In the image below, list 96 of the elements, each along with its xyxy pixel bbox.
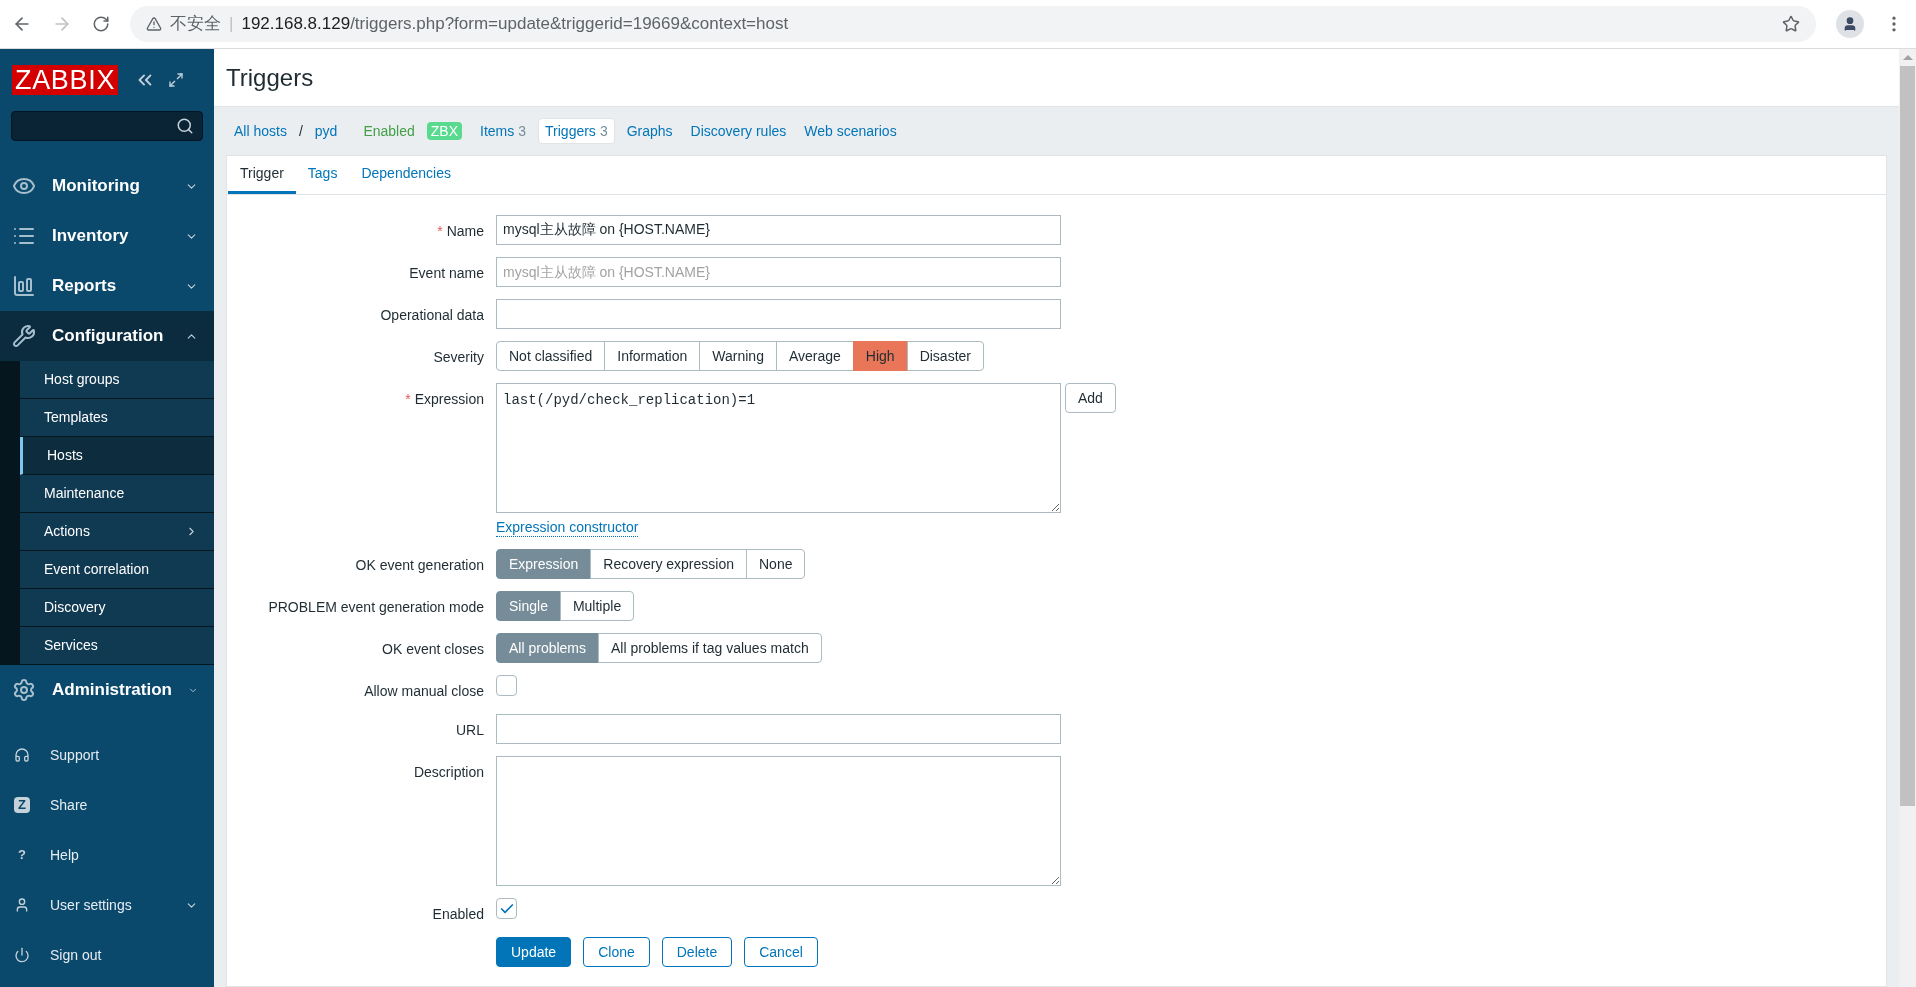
form-button[interactable]: Clone xyxy=(583,937,650,967)
submenu-item[interactable]: Discovery xyxy=(20,589,214,627)
field-label: Severity xyxy=(433,348,484,367)
wrench-icon xyxy=(12,324,36,348)
power-icon xyxy=(14,947,30,963)
segment-option[interactable]: All problems if tag values match xyxy=(598,633,822,663)
form-button[interactable]: Update xyxy=(496,937,572,967)
page-title: Triggers xyxy=(226,62,314,93)
section-label: Administration xyxy=(52,679,172,702)
host-nav-link[interactable]: Items 3 xyxy=(474,118,533,144)
checkbox[interactable] xyxy=(496,675,517,696)
field-label: Operational data xyxy=(380,306,484,325)
submenu-item[interactable]: Hosts xyxy=(20,437,214,475)
host-nav-link[interactable]: Triggers 3 xyxy=(538,118,615,144)
reload-icon[interactable] xyxy=(92,15,110,33)
sidebar-section[interactable]: Administration xyxy=(0,665,214,715)
breadcrumb-separator: / xyxy=(298,121,303,141)
field-label: Allow manual close xyxy=(364,682,484,701)
field-label: Description xyxy=(413,763,484,782)
sidebar-link[interactable]: Support xyxy=(0,730,214,780)
segment-option[interactable]: Recovery expression xyxy=(590,549,747,579)
submenu-item[interactable]: Actions xyxy=(20,513,214,551)
field-label: * Name xyxy=(437,222,484,241)
address-separator: | xyxy=(229,13,234,36)
submenu-item[interactable]: Templates xyxy=(20,399,214,437)
expression-constructor-link[interactable]: Expression constructor xyxy=(496,519,639,537)
sidebar-link[interactable]: ? Help xyxy=(0,830,214,880)
host-nav-link[interactable]: Graphs xyxy=(620,118,679,144)
field-label: OK event closes xyxy=(382,640,484,659)
gear-icon xyxy=(12,678,36,702)
host-nav-link[interactable]: Web scenarios xyxy=(798,118,903,144)
submenu-item[interactable]: Event correlation xyxy=(20,551,214,589)
segment-option[interactable]: Disaster xyxy=(906,341,984,371)
bookmark-star-icon[interactable] xyxy=(1782,15,1800,33)
form-button[interactable]: Cancel xyxy=(744,937,818,967)
text-input[interactable]: mysql主从故障 on {HOST.NAME} xyxy=(496,257,1061,287)
segment-option[interactable]: Information xyxy=(604,341,701,371)
text-input[interactable]: mysql主从故障 on {HOST.NAME} xyxy=(496,215,1061,245)
link-label: Support xyxy=(50,745,101,765)
segment-option[interactable]: Not classified xyxy=(496,341,606,371)
zabbix-logo[interactable]: ZABBIX xyxy=(12,65,119,95)
zbx-availability-badge: ZBX xyxy=(426,122,462,140)
link-label: User settings xyxy=(50,895,133,915)
scrollbar[interactable] xyxy=(1899,49,1916,987)
text-input[interactable] xyxy=(496,299,1061,329)
field-label: Event name xyxy=(409,264,484,283)
security-label: 不安全 xyxy=(170,13,221,36)
add-button[interactable]: Add xyxy=(1065,383,1116,413)
sidebar-section[interactable]: Monitoring xyxy=(0,161,214,211)
field-label: * Expression xyxy=(405,390,484,409)
sidebar-section[interactable]: Reports xyxy=(0,261,214,311)
segment-option[interactable]: Average xyxy=(775,341,854,371)
sidebar-link[interactable]: Sign out xyxy=(0,930,214,980)
segment-option[interactable]: Multiple xyxy=(559,591,635,621)
expand-icon[interactable] xyxy=(168,72,185,88)
headset-icon xyxy=(14,747,30,763)
submenu-item[interactable]: Services xyxy=(20,627,214,665)
field-label: OK event generation xyxy=(355,556,484,575)
bar-chart-icon xyxy=(12,274,36,298)
checkbox[interactable] xyxy=(496,898,517,919)
section-label: Configuration xyxy=(52,325,165,348)
submenu-item[interactable]: Host groups xyxy=(20,361,214,399)
field-label: URL xyxy=(456,721,484,740)
question-icon: ? xyxy=(14,847,30,863)
text-input[interactable] xyxy=(496,714,1061,744)
sidebar-link[interactable]: Z Share xyxy=(0,780,214,830)
link-label: Sign out xyxy=(50,945,103,965)
url-text: 192.168.8.129/triggers.php?form=update&triggerid=19669&context=host xyxy=(241,13,789,36)
section-label: Inventory xyxy=(52,225,130,248)
host-nav-link[interactable]: Discovery rules xyxy=(684,118,793,144)
form-tab[interactable]: Tags xyxy=(295,156,350,194)
address-bar[interactable]: 不安全 | 192.168.8.129/triggers.php?form=update&triggerid=19669&context=host xyxy=(130,6,1816,42)
segment-option[interactable]: High xyxy=(852,341,908,371)
segment-option[interactable]: Warning xyxy=(699,341,777,371)
section-label: Reports xyxy=(52,275,118,298)
segment-option[interactable]: None xyxy=(746,549,806,579)
search-icon xyxy=(176,117,194,135)
field-label: Enabled xyxy=(432,905,484,924)
sidebar-section[interactable]: Configuration xyxy=(0,311,214,361)
link-label: Share xyxy=(50,795,89,815)
link-label: Help xyxy=(50,845,80,865)
submenu-item[interactable]: Maintenance xyxy=(20,475,214,513)
user-icon xyxy=(14,897,30,913)
breadcrumb-link[interactable]: All hosts xyxy=(234,120,287,142)
form-tab[interactable]: Trigger xyxy=(228,156,296,194)
form-button[interactable]: Delete xyxy=(661,937,733,967)
sidebar-section[interactable]: Inventory xyxy=(0,211,214,261)
form-tab[interactable]: Dependencies xyxy=(349,156,463,194)
field-label: PROBLEM event generation mode xyxy=(268,598,484,617)
section-label: Monitoring xyxy=(52,175,141,198)
sidebar-link[interactable]: User settings xyxy=(0,880,214,930)
breadcrumb-link[interactable]: pyd xyxy=(314,120,338,142)
warning-icon xyxy=(146,16,162,32)
z-icon: Z xyxy=(14,797,30,813)
expression-textarea[interactable]: last(/pyd/check_replication)=1 xyxy=(496,383,1061,513)
profile-avatar[interactable] xyxy=(1836,10,1864,38)
